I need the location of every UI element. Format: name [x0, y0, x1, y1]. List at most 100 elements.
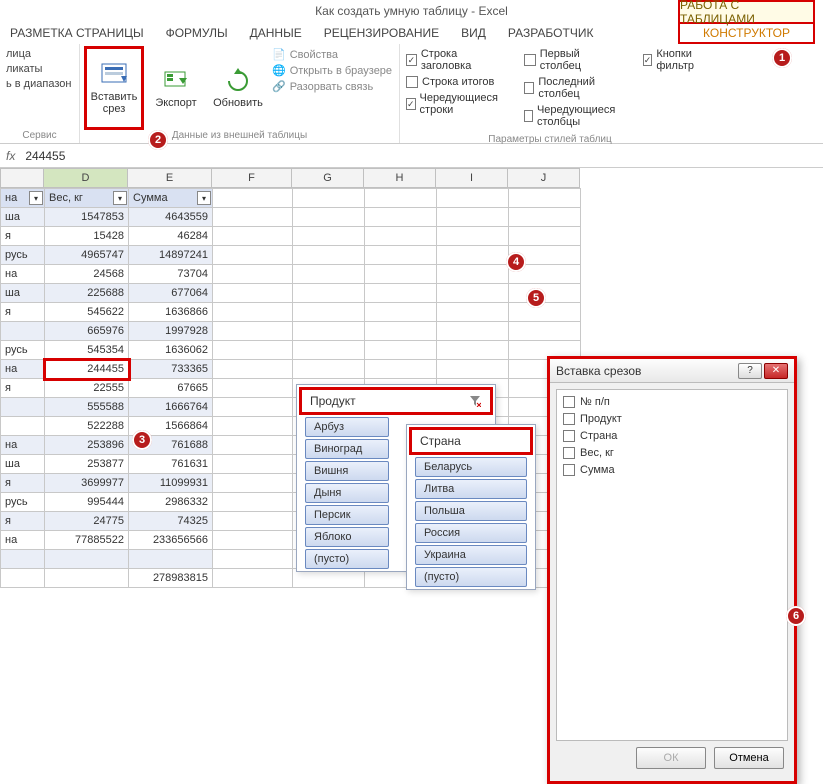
- slicer-country[interactable]: Страна БеларусьЛитваПольшаРоссияУкраина(…: [406, 424, 536, 590]
- cell[interactable]: русь: [1, 493, 45, 512]
- dialog-option[interactable]: Вес, кг: [563, 447, 781, 459]
- cell[interactable]: 4643559: [129, 208, 213, 227]
- cell[interactable]: 278983815: [129, 569, 213, 588]
- table-header-cell[interactable]: на▾: [1, 189, 45, 208]
- slicer-item[interactable]: (пусто): [305, 549, 389, 569]
- slicer-item[interactable]: Дыня: [305, 483, 389, 503]
- tab-developer[interactable]: РАЗРАБОТЧИК: [508, 26, 594, 40]
- dialog-option[interactable]: Страна: [563, 430, 781, 442]
- cell[interactable]: 73704: [129, 265, 213, 284]
- cell[interactable]: я: [1, 303, 45, 322]
- cell[interactable]: 253877: [45, 455, 129, 474]
- cell[interactable]: я: [1, 379, 45, 398]
- tab-formulas[interactable]: ФОРМУЛЫ: [166, 26, 228, 40]
- tab-data[interactable]: ДАННЫЕ: [250, 26, 302, 40]
- filter-dropdown-icon[interactable]: ▾: [29, 191, 43, 205]
- col-header[interactable]: D: [44, 168, 128, 188]
- fx-icon[interactable]: fx: [6, 149, 15, 163]
- cell[interactable]: 77885522: [45, 531, 129, 550]
- col-header[interactable]: I: [436, 168, 508, 188]
- table-header-cell[interactable]: Вес, кг▾: [45, 189, 129, 208]
- filter-dropdown-icon[interactable]: ▾: [197, 191, 211, 205]
- slicer-item[interactable]: Арбуз: [305, 417, 389, 437]
- cell[interactable]: 995444: [45, 493, 129, 512]
- cell[interactable]: ша: [1, 208, 45, 227]
- service-item[interactable]: ь в диапазон: [6, 78, 73, 90]
- ok-button[interactable]: ОК: [636, 747, 706, 769]
- slicer-item[interactable]: Беларусь: [415, 457, 527, 477]
- opt-first-col[interactable]: Первый столбец: [524, 48, 618, 72]
- cell[interactable]: ша: [1, 455, 45, 474]
- slicer-item[interactable]: Польша: [415, 501, 527, 521]
- refresh-button[interactable]: Обновить: [210, 48, 266, 128]
- cancel-button[interactable]: Отмена: [714, 747, 784, 769]
- opt-filter-buttons[interactable]: ✓Кнопки фильтр: [643, 48, 697, 72]
- cell[interactable]: ша: [1, 284, 45, 303]
- export-button[interactable]: Экспорт: [148, 48, 204, 128]
- cell[interactable]: [1, 550, 45, 569]
- opt-header-row[interactable]: ✓Строка заголовка: [406, 48, 500, 72]
- cell[interactable]: 665976: [45, 322, 129, 341]
- cell[interactable]: 46284: [129, 227, 213, 246]
- cell[interactable]: [1, 417, 45, 436]
- opt-banded-rows[interactable]: ✓Чередующиеся строки: [406, 92, 500, 116]
- cell[interactable]: на: [1, 436, 45, 455]
- dialog-option[interactable]: Сумма: [563, 464, 781, 476]
- cell[interactable]: 555588: [45, 398, 129, 417]
- formula-value[interactable]: 244455: [25, 149, 65, 163]
- cell[interactable]: 545354: [45, 341, 129, 360]
- cell[interactable]: 74325: [129, 512, 213, 531]
- cell[interactable]: я: [1, 227, 45, 246]
- cell[interactable]: русь: [1, 246, 45, 265]
- opt-last-col[interactable]: Последний столбец: [524, 76, 618, 100]
- opt-banded-cols[interactable]: Чередующиеся столбцы: [524, 104, 618, 128]
- cell[interactable]: на: [1, 265, 45, 284]
- cell[interactable]: 24775: [45, 512, 129, 531]
- tab-page-layout[interactable]: РАЗМЕТКА СТРАНИЦЫ: [10, 26, 144, 40]
- cell[interactable]: русь: [1, 341, 45, 360]
- slicer-item[interactable]: Литва: [415, 479, 527, 499]
- cell[interactable]: я: [1, 512, 45, 531]
- col-header[interactable]: G: [292, 168, 364, 188]
- slicer-item[interactable]: Украина: [415, 545, 527, 565]
- cell[interactable]: 24568: [45, 265, 129, 284]
- cell[interactable]: [45, 550, 129, 569]
- slicer-item[interactable]: Яблоко: [305, 527, 389, 547]
- tab-review[interactable]: РЕЦЕНЗИРОВАНИЕ: [324, 26, 439, 40]
- cell[interactable]: 253896: [45, 436, 129, 455]
- cell[interactable]: [1, 569, 45, 588]
- insert-slicers-dialog[interactable]: Вставка срезов ? ✕ № п/пПродуктСтранаВес…: [547, 356, 797, 784]
- cell[interactable]: 4965747: [45, 246, 129, 265]
- cell[interactable]: 545622: [45, 303, 129, 322]
- insert-slicer-button[interactable]: Вставить срез: [86, 48, 142, 128]
- cell[interactable]: 677064: [129, 284, 213, 303]
- cell[interactable]: 14897241: [129, 246, 213, 265]
- cell[interactable]: 522288: [45, 417, 129, 436]
- cell[interactable]: 1547853: [45, 208, 129, 227]
- col-header[interactable]: [0, 168, 44, 188]
- slicer-item[interactable]: Виноград: [305, 439, 389, 459]
- col-header[interactable]: J: [508, 168, 580, 188]
- cell[interactable]: на: [1, 360, 45, 379]
- slicer-item[interactable]: Персик: [305, 505, 389, 525]
- cell[interactable]: [129, 550, 213, 569]
- dialog-option[interactable]: Продукт: [563, 413, 781, 425]
- slicer-item[interactable]: (пусто): [415, 567, 527, 587]
- cell[interactable]: 1636062: [129, 341, 213, 360]
- cell[interactable]: 1636866: [129, 303, 213, 322]
- cell[interactable]: 67665: [129, 379, 213, 398]
- cell[interactable]: 233656566: [129, 531, 213, 550]
- opt-totals-row[interactable]: Строка итогов: [406, 76, 500, 88]
- cell[interactable]: 225688: [45, 284, 129, 303]
- col-header[interactable]: E: [128, 168, 212, 188]
- cell[interactable]: 11099931: [129, 474, 213, 493]
- cell[interactable]: [45, 569, 129, 588]
- cell[interactable]: 1997928: [129, 322, 213, 341]
- col-header[interactable]: H: [364, 168, 436, 188]
- cell[interactable]: 244455: [45, 360, 129, 379]
- slicer-item[interactable]: Россия: [415, 523, 527, 543]
- cell[interactable]: 1666764: [129, 398, 213, 417]
- cell[interactable]: 22555: [45, 379, 129, 398]
- help-button[interactable]: ?: [738, 363, 762, 379]
- tab-view[interactable]: ВИД: [461, 26, 486, 40]
